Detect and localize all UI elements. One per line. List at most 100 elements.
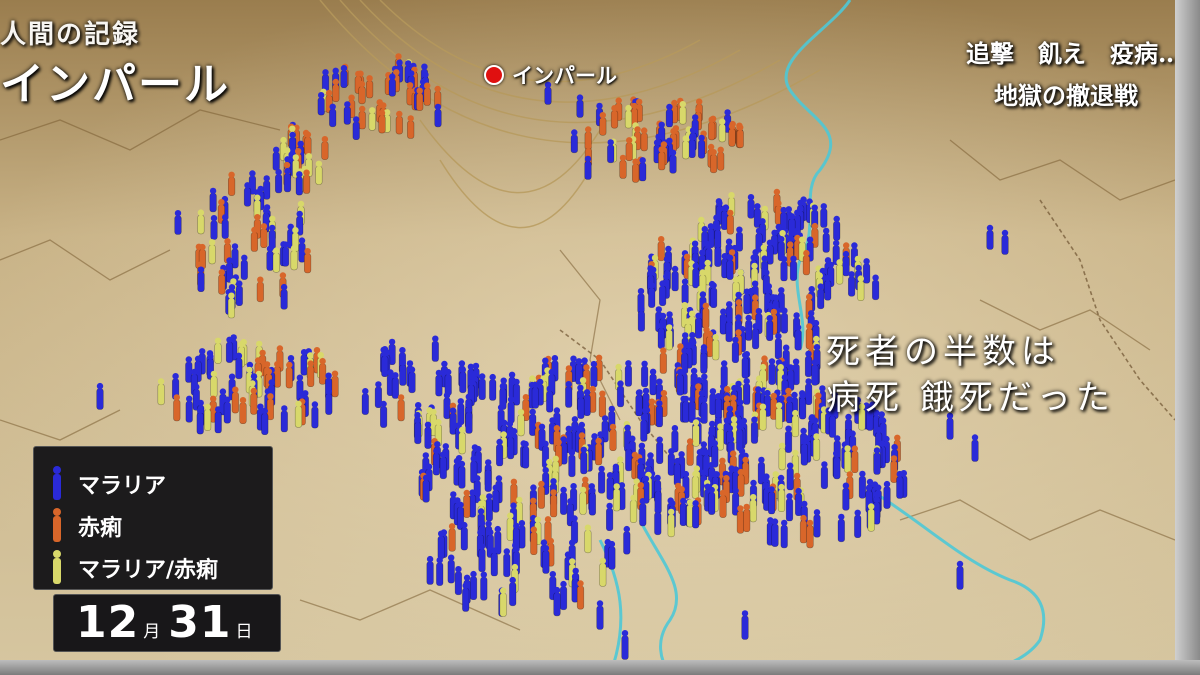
death-marker-figure [261, 407, 269, 436]
death-marker-figure [804, 378, 813, 405]
death-marker-figure [896, 470, 904, 499]
death-marker-figure [208, 239, 216, 265]
death-marker-figure [775, 402, 783, 430]
death-marker-figure [785, 493, 794, 522]
death-marker-figure [697, 134, 706, 159]
death-marker-figure [197, 266, 205, 293]
death-marker-figure [804, 350, 813, 378]
caption-line-1: 死者の半数は [826, 332, 1060, 372]
death-marker-figure [749, 494, 757, 523]
death-marker-figure [726, 254, 734, 280]
death-marker-figure [657, 322, 665, 349]
death-marker-figure [607, 139, 615, 164]
death-marker-figure [228, 171, 236, 196]
death-marker-figure [743, 288, 751, 315]
death-marker-figure [531, 381, 539, 409]
death-marker-figure [436, 557, 444, 586]
death-marker-figure [654, 506, 662, 536]
death-marker-figure [736, 124, 744, 149]
death-marker-figure [568, 449, 576, 478]
death-marker-figure [210, 215, 218, 240]
death-marker-figure [658, 146, 666, 171]
death-marker-figure [423, 82, 431, 106]
death-marker-figure [223, 396, 231, 424]
death-marker-figure [448, 523, 456, 552]
death-marker-figure [671, 425, 679, 453]
death-marker-figure [331, 370, 339, 398]
death-marker-figure [506, 431, 515, 460]
death-marker-figure [318, 358, 327, 385]
death-marker-figure [780, 256, 788, 282]
death-marker-figure [736, 505, 744, 534]
death-marker-figure [741, 610, 749, 640]
legend: マラリア 赤痢 マラリア/赤痢 [33, 446, 273, 590]
death-marker-figure [325, 388, 333, 415]
death-marker-figure [619, 154, 627, 179]
death-marker-figure [873, 447, 881, 475]
death-marker-figure [1001, 229, 1009, 255]
death-marker-figure [719, 489, 727, 518]
death-marker-figure [598, 390, 606, 418]
death-marker-figure [358, 80, 366, 105]
death-marker-figure [460, 521, 468, 551]
subtitle-line-1: 追撃 飢え 疫病… [966, 39, 1182, 68]
death-marker-figure [489, 373, 497, 401]
tv-screen: 人間の記録 インパール 追撃 飢え 疫病… 地獄の撤退戦 インパール 死者の半数… [0, 0, 1200, 675]
death-marker-figure [871, 274, 880, 301]
death-marker-figure [692, 419, 700, 447]
death-marker-figure [708, 486, 716, 515]
death-marker-figure [624, 104, 633, 129]
legend-label-malaria: マラリア [78, 474, 167, 499]
death-marker-figure [623, 525, 631, 555]
death-marker-figure [624, 360, 632, 387]
death-marker-figure [469, 570, 478, 600]
death-marker-figure [811, 359, 819, 386]
date-month: 12 [76, 597, 140, 648]
death-marker-figure [833, 451, 841, 480]
death-marker-figure [197, 209, 205, 235]
death-marker-figure [437, 530, 445, 560]
death-marker-figure [714, 241, 722, 267]
date-day-unit: 日 [235, 622, 253, 642]
death-marker-figure [883, 480, 891, 509]
death-marker-figure [463, 489, 471, 518]
death-marker-figure [388, 73, 396, 97]
death-marker-figure [272, 247, 280, 273]
death-marker-figure [499, 587, 507, 617]
death-marker-figure [358, 105, 366, 130]
death-marker-figure [605, 502, 614, 531]
death-marker-figure [676, 368, 684, 396]
death-marker-figure [665, 103, 673, 128]
death-marker-figure [424, 421, 432, 449]
death-marker-figure [631, 158, 640, 183]
death-marker-figure [867, 503, 875, 532]
death-marker-figure [745, 314, 753, 341]
death-marker-figure [743, 503, 751, 532]
death-marker-figure [583, 389, 591, 416]
death-marker-figure [559, 486, 568, 515]
death-marker-figure [688, 134, 696, 159]
death-marker-figure [659, 347, 667, 374]
death-marker-figure [813, 509, 821, 538]
death-marker-figure [381, 350, 389, 378]
death-marker-figure [712, 334, 720, 361]
death-marker-figure [407, 115, 415, 139]
program-title-top: 人間の記録 [0, 20, 141, 50]
city-marker: インパール [484, 60, 617, 90]
death-marker-figure [274, 168, 283, 194]
death-marker-figure [530, 526, 538, 555]
death-marker-figure [594, 437, 603, 466]
death-marker-figure [820, 203, 828, 228]
death-marker-figure [537, 480, 545, 509]
death-marker-figure [378, 109, 386, 134]
soldier-figure-icon [53, 466, 61, 500]
death-marker-figure [657, 236, 665, 262]
death-marker-figure [580, 446, 588, 475]
death-marker-figure [288, 131, 297, 156]
death-marker-figure [737, 468, 745, 497]
death-marker-figure [295, 171, 303, 196]
legend-label-both: マラリア/赤痢 [78, 558, 219, 583]
death-marker-figure [726, 209, 734, 235]
death-marker-figure [512, 378, 521, 406]
death-marker-figure [625, 443, 633, 472]
